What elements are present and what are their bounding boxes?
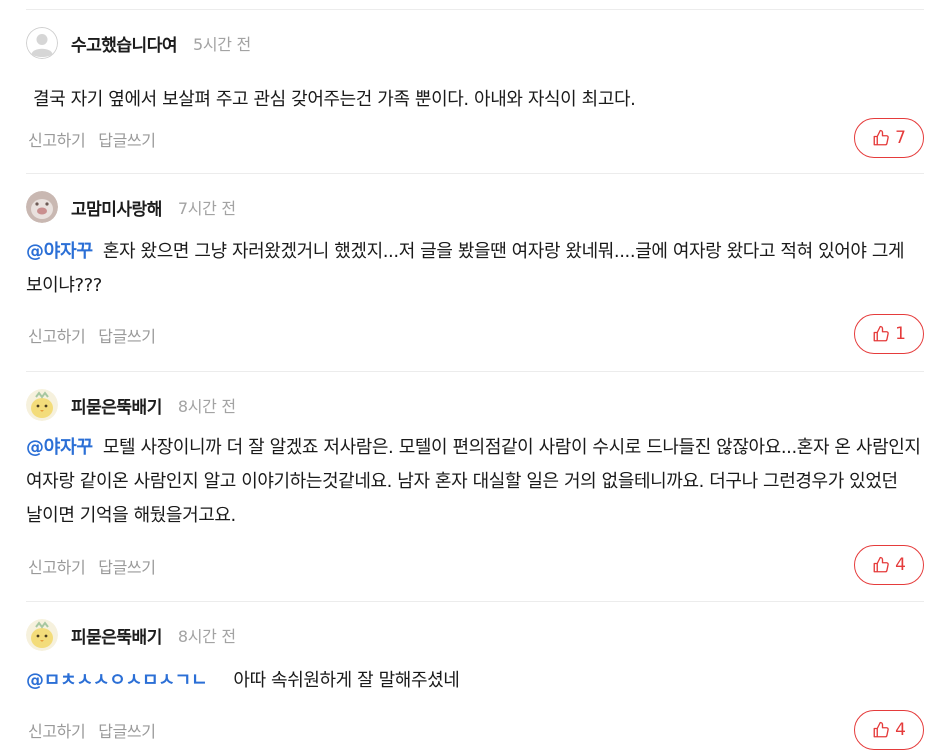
timestamp: 8시간 전 <box>177 627 236 646</box>
comment-header: 고맘미사랑해 7시간 전 <box>26 190 236 224</box>
thumbs-up-icon <box>873 129 889 146</box>
top-divider <box>26 9 924 10</box>
like-button[interactable]: 4 <box>854 545 924 585</box>
report-button[interactable]: 신고하기 <box>28 718 86 742</box>
report-button[interactable]: 신고하기 <box>28 554 86 578</box>
comment-text: 혼자 왔으면 그냥 자러왔겠거니 했겠지...저 글을 봤을땐 여자랑 왔네뭐.… <box>26 241 905 296</box>
like-button[interactable]: 4 <box>854 710 924 750</box>
like-count: 7 <box>895 128 906 148</box>
reply-button[interactable]: 답글쓰기 <box>98 718 156 742</box>
nickname[interactable]: 고맘미사랑해 <box>71 195 162 220</box>
comment-divider <box>26 601 924 602</box>
chick-profile-icon[interactable] <box>26 619 58 651</box>
nickname[interactable]: 피묻은뚝배기 <box>71 623 162 648</box>
like-count: 4 <box>895 555 906 575</box>
like-button[interactable]: 7 <box>854 118 924 158</box>
comment-text: 모텔 사장이니까 더 잘 알겠죠 저사람은. 모텔이 편의점같이 사람이 수시로… <box>26 437 921 526</box>
like-button[interactable]: 1 <box>854 314 924 354</box>
thumbs-up-icon <box>873 721 889 738</box>
report-button[interactable]: 신고하기 <box>28 323 86 347</box>
comment-text-block: 결국 자기 옆에서 보살펴 주고 관심 갖어주는건 가족 뿐이다. 아내와 자식… <box>26 83 924 117</box>
comment-text: 결국 자기 옆에서 보살펴 주고 관심 갖어주는건 가족 뿐이다. 아내와 자식… <box>33 89 636 110</box>
timestamp: 8시간 전 <box>177 397 236 416</box>
comment-text: 아따 속쉬원하게 잘 말해주셨네 <box>233 670 460 691</box>
report-button[interactable]: 신고하기 <box>28 127 86 151</box>
comment-actions: 신고하기 답글쓰기 <box>28 718 169 742</box>
like-count: 1 <box>895 324 906 344</box>
chick-profile-icon[interactable] <box>26 389 58 421</box>
mention-link[interactable]: @야자꾸 <box>26 241 93 262</box>
thumbs-up-icon <box>873 325 889 342</box>
default-profile-icon[interactable] <box>26 27 58 59</box>
reply-button[interactable]: 답글쓰기 <box>98 127 156 151</box>
comment-header: 피묻은뚝배기 8시간 전 <box>26 618 236 652</box>
reply-button[interactable]: 답글쓰기 <box>98 554 156 578</box>
comment-header: 수고했습니다여 5시간 전 <box>26 26 251 60</box>
nickname[interactable]: 피묻은뚝배기 <box>71 393 162 418</box>
comment-text-block: @ㅁㅊㅅㅅㅇㅅㅁㅅㄱㄴ 아따 속쉬원하게 잘 말해주셨네 <box>26 664 924 698</box>
comment-header: 피묻은뚝배기 8시간 전 <box>26 388 236 422</box>
comment-divider <box>26 371 924 372</box>
comment-actions: 신고하기 답글쓰기 <box>28 554 169 578</box>
comment-text-block: @야자꾸 혼자 왔으면 그냥 자러왔겠거니 했겠지...저 글을 봤을땐 여자랑 … <box>26 235 924 303</box>
like-count: 4 <box>895 720 906 740</box>
comment-text-block: @야자꾸 모텔 사장이니까 더 잘 알겠죠 저사람은. 모텔이 편의점같이 사람이… <box>26 431 924 533</box>
mention-link[interactable]: @야자꾸 <box>26 437 93 458</box>
animal-profile-icon[interactable] <box>26 191 58 223</box>
thumbs-up-icon <box>873 556 889 573</box>
nickname[interactable]: 수고했습니다여 <box>71 31 177 56</box>
comment-actions: 신고하기 답글쓰기 <box>28 323 169 347</box>
mention-link[interactable]: @ㅁㅊㅅㅅㅇㅅㅁㅅㄱㄴ <box>26 670 208 691</box>
reply-button[interactable]: 답글쓰기 <box>98 323 156 347</box>
timestamp: 7시간 전 <box>177 199 236 218</box>
comment-divider <box>26 173 924 174</box>
timestamp: 5시간 전 <box>192 35 251 54</box>
comment-actions: 신고하기 답글쓰기 <box>28 127 169 151</box>
